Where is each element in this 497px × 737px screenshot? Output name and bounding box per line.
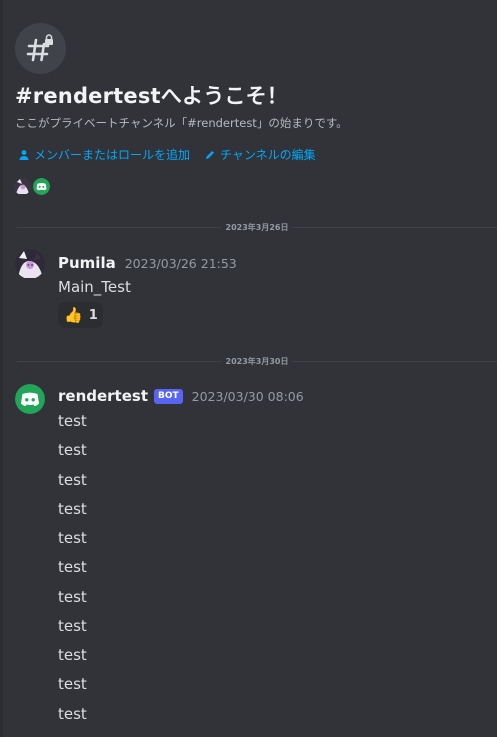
date-divider: 2023年3月26日: [17, 220, 497, 234]
date-divider: 2023年3月30日: [17, 354, 497, 368]
author-name[interactable]: rendertest: [58, 387, 148, 405]
message-text: test: [58, 617, 87, 635]
channel-icon: [15, 23, 66, 74]
add-members-link[interactable]: メンバーまたはロールを追加: [18, 146, 190, 163]
pencil-icon: [206, 150, 215, 159]
message-text: test: [58, 471, 87, 489]
edit-channel-label: チャンネルの編集: [220, 148, 316, 162]
message-text: test: [58, 412, 87, 430]
bot-tag: BOT: [154, 388, 183, 404]
member-avatar-rendertest[interactable]: [33, 178, 50, 195]
message-text: test: [58, 675, 87, 693]
channel-actions: メンバーまたはロールを追加 チャンネルの編集: [18, 146, 316, 163]
locked-hashtag-icon: [26, 33, 53, 61]
message-text: test: [58, 529, 87, 547]
reaction-button[interactable]: 👍 1: [58, 302, 103, 328]
edit-channel-link[interactable]: チャンネルの編集: [204, 146, 316, 163]
message-text: test: [58, 588, 87, 606]
author-name[interactable]: Pumila: [58, 254, 116, 272]
add-members-label: メンバーまたはロールを追加: [34, 148, 191, 162]
member-avatar-pumila[interactable]: [14, 178, 31, 195]
avatar[interactable]: [15, 384, 45, 414]
sidebar-edge: [0, 0, 3, 737]
message-header: Pumila 2023/03/26 21:53: [58, 254, 237, 272]
message-text: test: [58, 558, 87, 576]
chat-page: #rendertestへようこそ！ ここがプライベートチャンネル「#render…: [0, 0, 497, 737]
timestamp: 2023/03/30 08:06: [191, 388, 304, 404]
member-avatars: [14, 178, 50, 195]
message-header: rendertest BOT 2023/03/30 08:06: [58, 387, 304, 405]
message-text: test: [58, 705, 87, 723]
thumbs-up-icon: 👍: [64, 306, 83, 324]
avatar[interactable]: [15, 249, 45, 279]
message-text: Main_Test: [58, 278, 131, 296]
timestamp: 2023/03/26 21:53: [124, 255, 237, 271]
message-text: test: [58, 500, 87, 518]
welcome-title: #rendertestへようこそ！: [15, 84, 288, 108]
reaction-count: 1: [88, 307, 98, 323]
person-icon: [19, 149, 29, 160]
date-divider-label: 2023年3月26日: [225, 222, 289, 232]
message-text: test: [58, 646, 87, 664]
welcome-description: ここがプライベートチャンネル「#rendertest」の始まりです。: [15, 116, 348, 130]
date-divider-label: 2023年3月30日: [225, 356, 289, 366]
message-text: test: [58, 441, 87, 459]
